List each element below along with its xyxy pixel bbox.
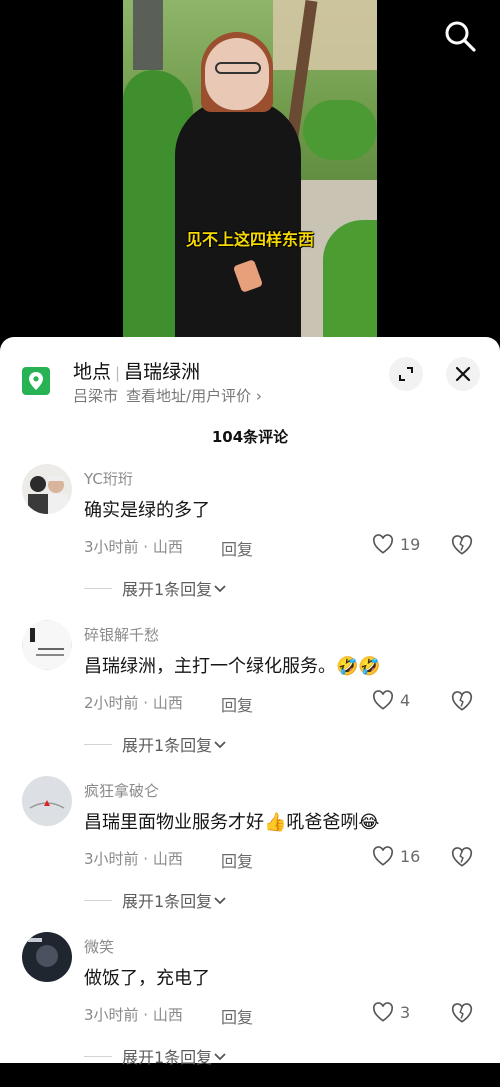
like-count: 16 [400,846,421,866]
like-button[interactable]: 19 [372,534,420,554]
chevron-down-icon [214,1053,226,1061]
avatar[interactable] [22,932,72,982]
comment-count: 104条评论 [211,428,289,446]
divider [84,587,112,589]
chevron-down-icon [214,741,226,749]
glasses [215,62,261,74]
reply-button[interactable]: 回复 [221,1004,253,1028]
avatar[interactable] [22,464,72,514]
reply-button[interactable]: 回复 [221,848,253,872]
username[interactable]: 微笑 [84,936,114,957]
divider [84,899,112,901]
reply-button[interactable]: 回复 [221,692,253,716]
search-icon [445,21,476,52]
chevron-down-icon [214,585,226,593]
dislike-button[interactable] [451,690,473,712]
broken-heart-icon [451,691,473,711]
like-count: 19 [400,534,421,554]
expand-replies-button[interactable]: 展开1条回复 [84,576,228,600]
comment-item: YC珩珩 确实是绿的多了 3小时前 · 山西 回复 19 展开1条回复 [0,464,500,619]
pillar [133,0,163,70]
location-separator: | [115,364,121,382]
dislike-button[interactable] [451,846,473,868]
comment-text: 做饭了，充电了 [84,968,210,989]
broken-heart-icon [451,847,473,867]
comment-text: 昌瑞里面物业服务才好👍吼爸爸咧😂 [84,812,380,833]
like-button[interactable]: 16 [372,846,420,866]
video-caption: 见不上这四样东西 [185,230,314,249]
comment-meta: 3小时前 · 山西 [84,538,183,556]
divider [84,743,112,745]
avatar[interactable] [22,620,72,670]
search-button[interactable] [443,19,477,53]
location-city: 吕梁市 [73,387,119,405]
broken-heart-icon [451,1003,473,1023]
comment-meta: 2小时前 · 山西 [84,694,183,712]
location-pin-icon[interactable] [22,367,50,395]
username[interactable]: YC珩珩 [84,468,133,489]
comment-text: 昌瑞绿洲，主打一个绿化服务。🤣🤣 [84,656,381,677]
expand-replies-label: 展开1条回复 [122,892,213,911]
expand-replies-button[interactable]: 展开1条回复 [84,1044,228,1068]
heart-icon [372,534,394,554]
expand-replies-label: 展开1条回复 [122,580,213,599]
location-name: 昌瑞绿洲 [124,361,201,383]
comment-meta: 3小时前 · 山西 [84,1006,183,1024]
broken-heart-icon [451,535,473,555]
expand-replies-label: 展开1条回复 [122,1048,213,1067]
reply-button[interactable]: 回复 [221,536,253,560]
location-link[interactable]: 查看地址/用户评价 › [126,387,262,405]
close-button[interactable] [446,357,480,391]
comment-item: 疯狂拿破仑 昌瑞里面物业服务才好👍吼爸爸咧😂 3小时前 · 山西 回复 16 展… [0,776,500,931]
like-count: 4 [400,690,411,710]
comment-item: 碎银解千愁 昌瑞绿洲，主打一个绿化服务。🤣🤣 2小时前 · 山西 回复 4 展开… [0,620,500,775]
video-player[interactable]: 见不上这四样东西 [123,0,377,337]
heart-icon [372,1002,394,1022]
person-figure [175,100,301,337]
comment-text: 确实是绿的多了 [84,500,210,521]
expand-replies-button[interactable]: 展开1条回复 [84,732,228,756]
dislike-button[interactable] [451,1002,473,1024]
building-wall [273,0,377,70]
chevron-down-icon [214,897,226,905]
comment-sheet: 地点 | 昌瑞绿洲 吕梁市 查看地址/用户评价 › 104条评论 YC珩珩 确实是绿的… [0,337,500,1067]
bush [303,100,377,160]
location-title[interactable]: 地点 | 昌瑞绿洲 [73,357,200,384]
expand-icon [399,367,413,381]
comment-meta: 3小时前 · 山西 [84,850,183,868]
like-count: 3 [400,1002,411,1022]
expand-replies-label: 展开1条回复 [122,736,213,755]
username[interactable]: 疯狂拿破仑 [84,780,159,801]
location-subtitle[interactable]: 吕梁市 查看地址/用户评价 › [73,385,262,406]
expand-replies-button[interactable]: 展开1条回复 [84,888,228,912]
close-icon [455,366,471,382]
username[interactable]: 碎银解千愁 [84,624,159,645]
divider [84,1055,112,1057]
expand-button[interactable] [389,357,423,391]
location-label: 地点 [73,361,112,383]
comment-item: 微笑 做饭了，充电了 3小时前 · 山西 回复 3 展开1条回复 [0,932,500,1087]
like-button[interactable]: 4 [372,690,410,710]
heart-icon [372,846,394,866]
heart-icon [372,690,394,710]
person-head [205,38,269,110]
avatar[interactable] [22,776,72,826]
dislike-button[interactable] [451,534,473,556]
like-button[interactable]: 3 [372,1002,410,1022]
